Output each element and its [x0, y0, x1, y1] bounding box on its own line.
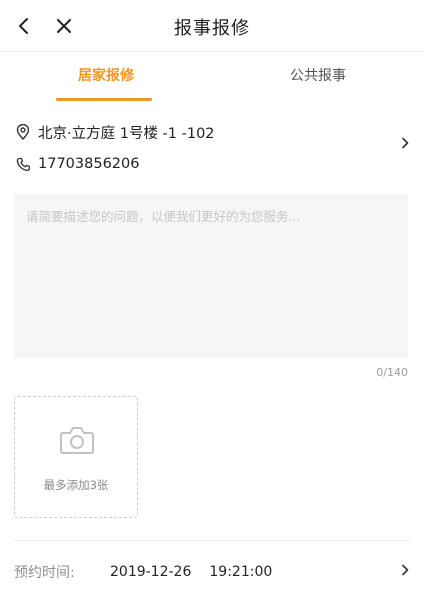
- address-row[interactable]: 北京·立方庭 1号楼 -1 -102: [14, 120, 410, 144]
- tab-home-repair[interactable]: 居家报修: [0, 52, 212, 104]
- appointment-date: 2019-12-26: [110, 564, 192, 580]
- active-tab-indicator: [56, 98, 152, 101]
- camera-icon: [60, 427, 94, 454]
- appointment-clock: 19:21:00: [209, 564, 273, 580]
- divider: [14, 540, 410, 541]
- location-pin-icon: [14, 123, 32, 141]
- page-title: 报事报修: [174, 18, 250, 39]
- tab-bar: 居家报修 公共报事: [0, 52, 424, 104]
- phone-text: 17703856206: [38, 156, 140, 172]
- problem-description-input[interactable]: [14, 194, 408, 358]
- photo-upload-button[interactable]: 最多添加3张: [14, 396, 138, 518]
- header-bar: 报事报修: [0, 0, 424, 52]
- time-chevron-right-icon[interactable]: [398, 563, 412, 577]
- repair-report-screen: 报事报修 居家报修 公共报事 北京·立方庭 1号楼 -1 -102 177038…: [0, 0, 424, 600]
- character-counter: 0/140: [376, 366, 408, 379]
- phone-row[interactable]: 17703856206: [14, 152, 410, 176]
- tab-public-report[interactable]: 公共报事: [212, 52, 424, 104]
- phone-icon: [14, 155, 32, 173]
- appointment-time-row[interactable]: 预约时间: 2019-12-26 19:21:00: [14, 561, 272, 583]
- address-chevron-right-icon[interactable]: [398, 136, 412, 150]
- upload-hint-text: 最多添加3张: [43, 478, 109, 492]
- address-text: 北京·立方庭 1号楼 -1 -102: [38, 125, 215, 142]
- appointment-time-label: 预约时间:: [14, 565, 75, 581]
